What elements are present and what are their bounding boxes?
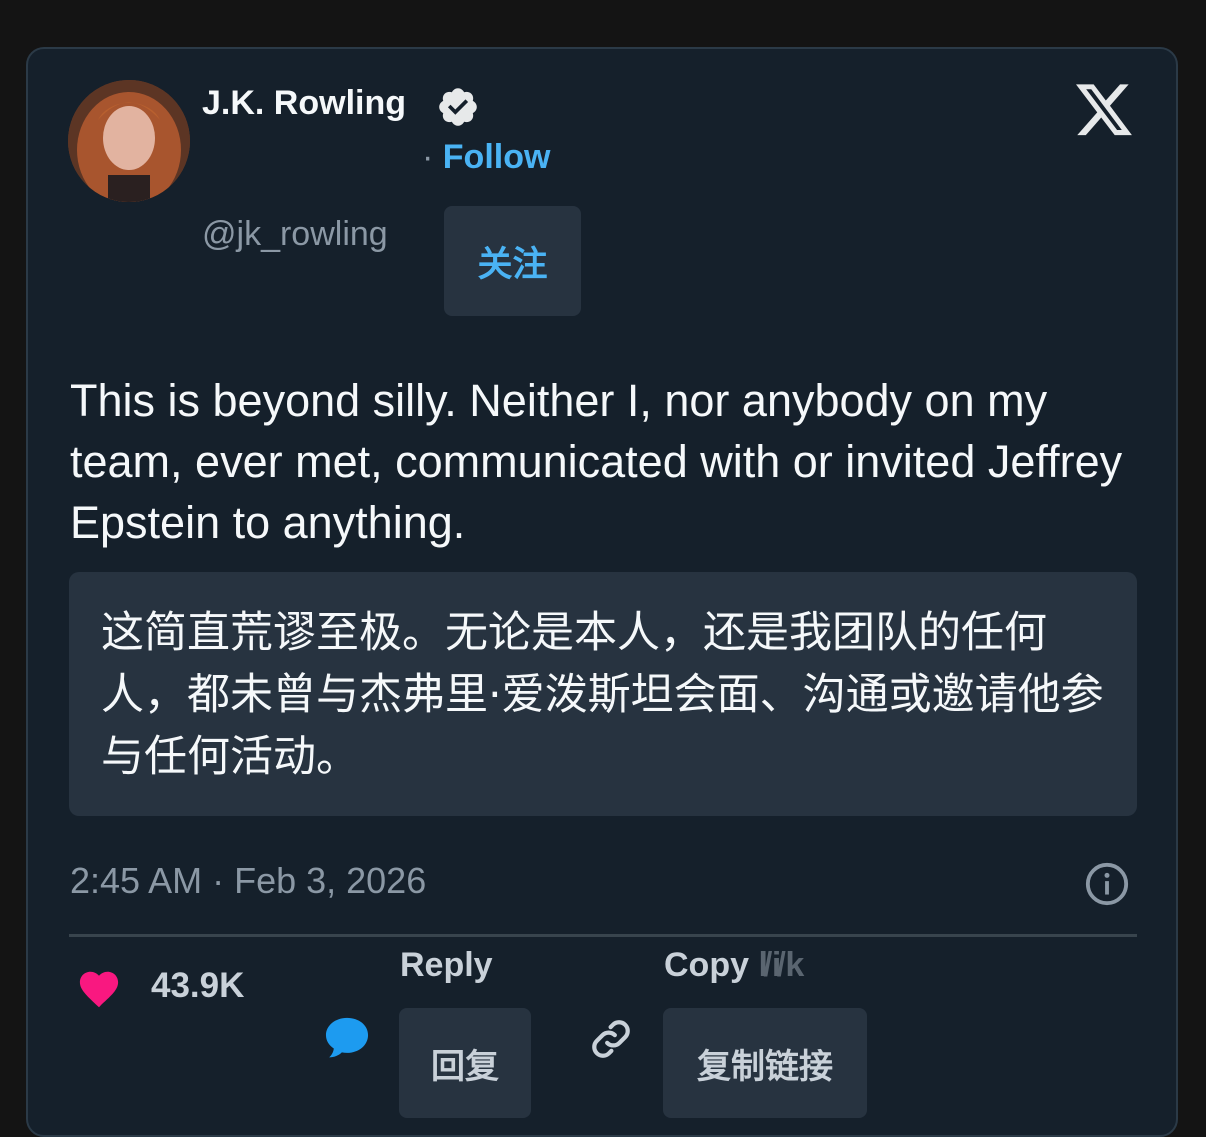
copy-link-translation-label: 复制链接 — [663, 1008, 867, 1118]
avatar[interactable] — [68, 80, 190, 202]
speech-bubble-icon[interactable] — [324, 1016, 370, 1060]
copy-link-label: Copy — [664, 946, 749, 984]
tweet-translation: 这简直荒谬至极。无论是本人，还是我团队的任何人，都未曾与杰弗里·爱泼斯坦会面、沟… — [101, 608, 1104, 782]
translation-box: 这简直荒谬至极。无论是本人，还是我团队的任何人，都未曾与杰弗里·爱泼斯坦会面、沟… — [69, 572, 1137, 816]
reply-translation-label: 回复 — [399, 1008, 531, 1118]
heart-icon[interactable] — [76, 966, 122, 1008]
x-logo-icon[interactable] — [1076, 84, 1134, 138]
link-icon[interactable] — [588, 1016, 634, 1062]
tweet-timestamp[interactable]: 2:45 AM · Feb 3, 2026 — [70, 860, 426, 902]
tweet-text: This is beyond silly. Neither I, nor any… — [70, 375, 1123, 548]
author-name[interactable]: J.K. Rowling — [202, 84, 406, 123]
follow-button[interactable]: Follow — [443, 138, 551, 176]
divider — [69, 934, 1137, 937]
likes-count: 43.9K — [151, 966, 245, 1005]
reply-button[interactable]: Reply — [400, 946, 493, 985]
info-icon[interactable] — [1084, 861, 1130, 907]
author-handle[interactable]: @jk_rowling — [202, 215, 388, 254]
follow-group: · Follow — [422, 138, 550, 177]
verified-badge-icon — [439, 88, 477, 126]
follow-separator: · — [422, 138, 434, 176]
copy-link-obscured-text: l̸i̸k — [758, 946, 809, 984]
copy-link-button[interactable]: Copy l̸i̸k — [664, 946, 808, 985]
follow-translation-label: 关注 — [444, 206, 581, 316]
